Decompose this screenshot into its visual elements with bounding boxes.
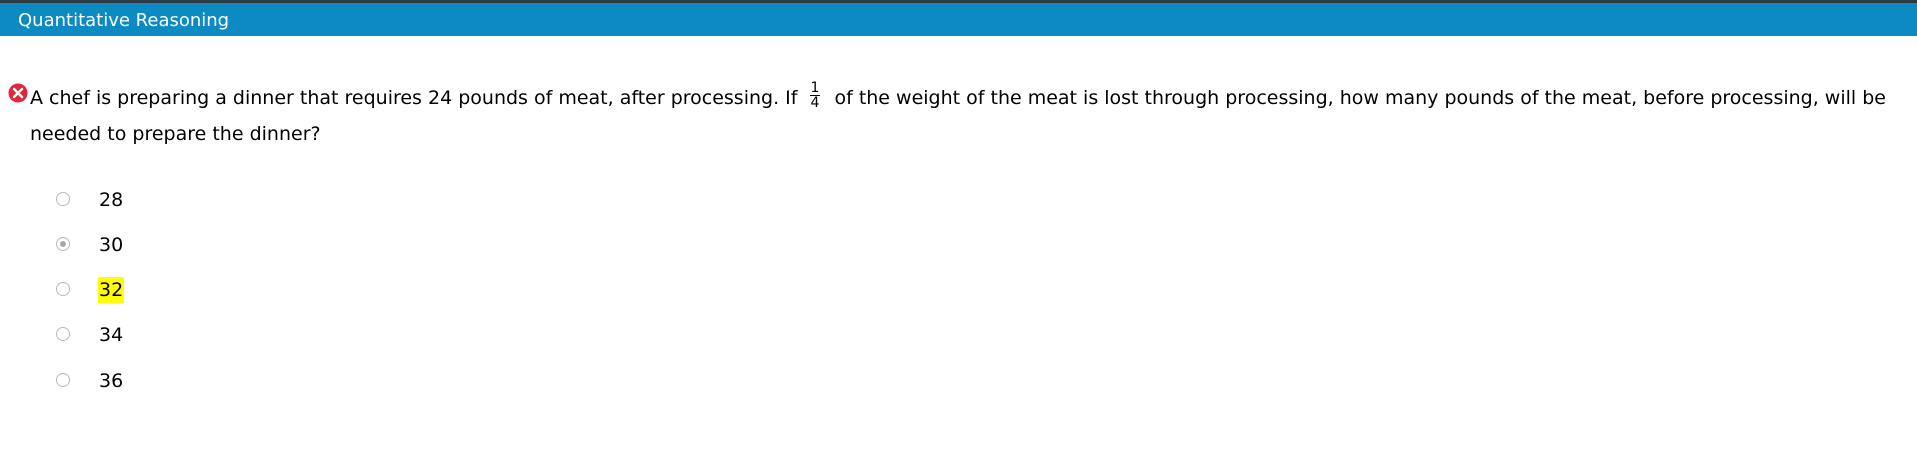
option-label: 36 — [99, 370, 124, 392]
option-label: 34 — [99, 324, 124, 346]
answer-option-34[interactable]: 34 — [56, 321, 356, 349]
incorrect-x-icon — [8, 83, 28, 103]
fraction-denominator: 4 — [810, 95, 820, 111]
option-label: 28 — [99, 189, 124, 211]
question-stem: A chef is preparing a dinner that requir… — [30, 80, 1888, 152]
radio-button[interactable] — [56, 282, 70, 296]
radio-button[interactable] — [56, 373, 70, 387]
radio-button-selected[interactable] — [56, 237, 70, 251]
question-text-before: A chef is preparing a dinner that requir… — [30, 87, 804, 109]
answer-option-28[interactable]: 28 — [56, 186, 356, 214]
answer-option-32[interactable]: 32 — [56, 276, 356, 304]
section-title: Quantitative Reasoning — [18, 10, 230, 31]
answer-option-30[interactable]: 30 — [56, 231, 356, 259]
fraction-numerator: 1 — [809, 80, 821, 96]
section-header: Quantitative Reasoning — [0, 3, 1917, 36]
answer-option-36[interactable]: 36 — [56, 367, 356, 395]
fraction-one-quarter: 14 — [809, 80, 821, 111]
radio-button[interactable] — [56, 327, 70, 341]
option-label: 30 — [99, 234, 124, 256]
radio-button[interactable] — [56, 192, 70, 206]
option-label-correct-highlight: 32 — [98, 277, 125, 303]
